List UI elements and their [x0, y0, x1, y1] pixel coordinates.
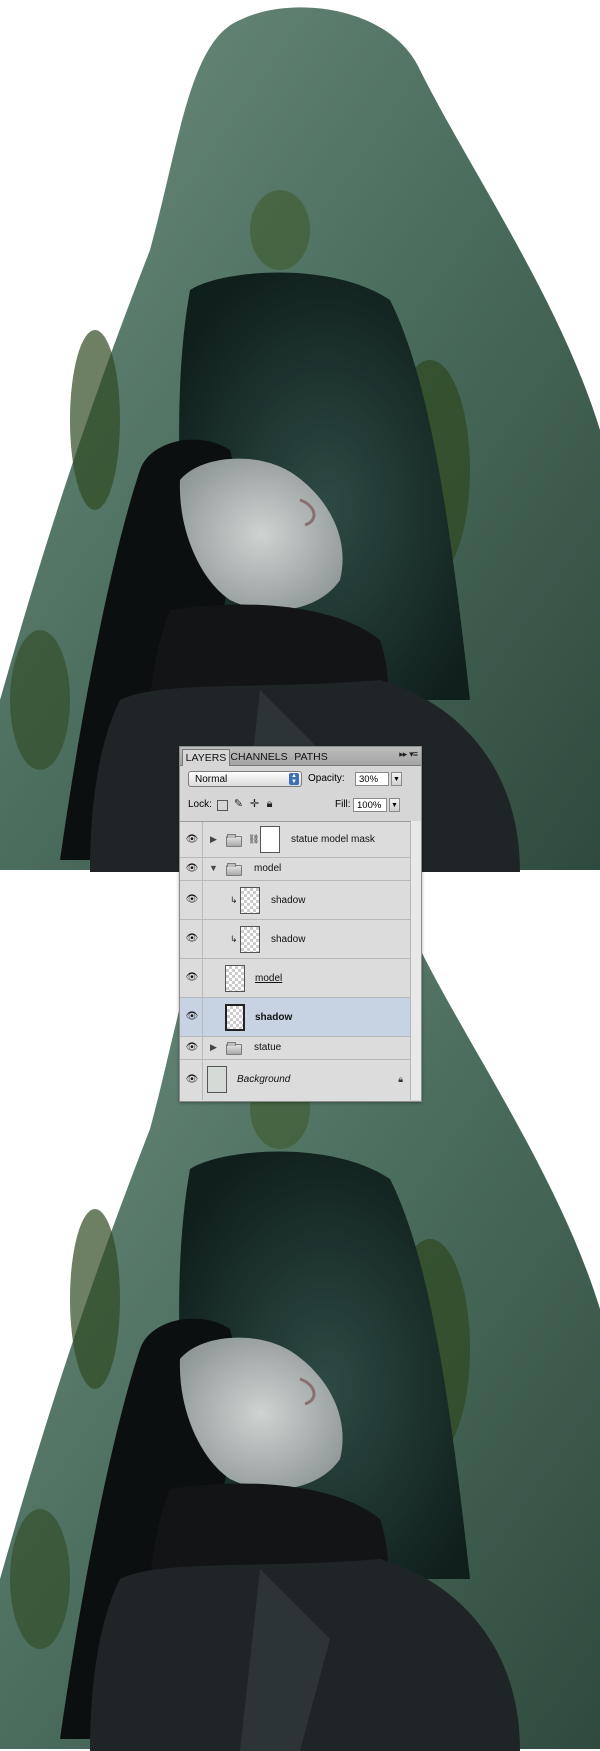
collapse-arrow-icon[interactable]: ▼ [209, 863, 218, 873]
layer-row[interactable]: 👁︎ Background 🔒︎ [180, 1060, 411, 1100]
tab-paths[interactable]: PATHS [290, 749, 332, 765]
eye-visibility-icon[interactable]: 👁︎ [184, 833, 200, 847]
layer-list: 👁︎ ▶ ⛓︎ statue model mask 👁︎ ▼ model 👁︎ … [180, 821, 411, 1101]
layer-name: model [255, 973, 283, 984]
eye-visibility-icon[interactable]: 👁︎ [184, 1041, 200, 1055]
lock-row: Lock: ✎ ✛ 🔒︎ Fill: 100% ▼ [188, 797, 415, 815]
eye-visibility-icon[interactable]: 👁︎ [184, 932, 200, 946]
layer-row[interactable]: 👁︎ ↳ shadow [180, 881, 411, 920]
layer-name: shadow [255, 1012, 293, 1023]
layer-thumbnail[interactable] [225, 1004, 245, 1031]
lock-pixels-icon[interactable]: ✎ [232, 798, 245, 811]
layer-row[interactable]: 👁︎ model [180, 959, 411, 998]
layer-list-scrollbar[interactable] [410, 821, 421, 1100]
tab-layers[interactable]: LAYERS [182, 749, 230, 766]
panel-tab-bar: LAYERS CHANNELS PATHS ▸▸ ▾≡ [180, 747, 421, 766]
layer-row[interactable]: 👁︎ ↳ shadow [180, 920, 411, 959]
layer-name: statue model mask [291, 834, 375, 845]
layer-thumbnail[interactable] [240, 926, 260, 953]
statue-with-model-illustration [0, 7, 600, 872]
opacity-dropdown-icon[interactable]: ▼ [391, 772, 402, 786]
opacity-input[interactable]: 30% [355, 772, 389, 786]
lock-icon: 🔒︎ [398, 1074, 403, 1084]
folder-icon [226, 863, 242, 876]
expand-arrow-icon[interactable]: ▶ [210, 1042, 217, 1053]
blend-mode-select[interactable]: Normal ▲ ▼ [188, 771, 302, 787]
layer-name: shadow [271, 934, 306, 945]
eye-visibility-icon[interactable]: 👁︎ [184, 1073, 200, 1087]
layer-row[interactable]: 👁︎ ▼ model [180, 858, 411, 881]
lock-all-icon[interactable]: 🔒︎ [263, 798, 276, 811]
layer-name: Background [237, 1074, 291, 1085]
layers-panel: LAYERS CHANNELS PATHS ▸▸ ▾≡ Normal ▲ ▼ Op… [179, 746, 422, 1102]
lock-transparency-icon[interactable] [217, 800, 228, 811]
clipping-arrow-icon: ↳ [230, 895, 238, 905]
lock-position-icon[interactable]: ✛ [248, 798, 261, 811]
lock-label: Lock: [188, 799, 212, 810]
layer-thumbnail[interactable] [240, 887, 260, 914]
eye-visibility-icon[interactable]: 👁︎ [184, 971, 200, 985]
layer-name: statue [254, 1042, 282, 1053]
layer-row[interactable]: 👁︎ ▶ ⛓︎ statue model mask [180, 822, 411, 858]
eye-visibility-icon[interactable]: 👁︎ [184, 862, 200, 876]
mask-thumbnail[interactable] [260, 826, 280, 853]
eye-visibility-icon[interactable]: 👁︎ [184, 893, 200, 907]
layer-row-selected[interactable]: 👁︎ shadow [180, 998, 411, 1037]
fill-input[interactable]: 100% [353, 798, 387, 812]
chain-link-icon[interactable]: ⛓︎ [248, 834, 259, 845]
layer-row[interactable]: 👁︎ ▶ statue [180, 1037, 411, 1060]
blend-mode-value: Normal [195, 774, 228, 785]
tab-channels[interactable]: CHANNELS [230, 749, 288, 765]
opacity-label: Opacity: [308, 773, 345, 784]
layer-name: shadow [271, 895, 306, 906]
expand-arrow-icon[interactable]: ▶ [210, 834, 217, 845]
select-arrows-icon: ▲ ▼ [289, 773, 299, 785]
panel-menu-icon[interactable]: ▸▸ ▾≡ [399, 749, 418, 760]
fill-label: Fill: [335, 799, 351, 810]
fill-dropdown-icon[interactable]: ▼ [389, 798, 400, 812]
layer-thumbnail[interactable] [207, 1066, 227, 1093]
folder-icon [226, 834, 242, 847]
eye-visibility-icon[interactable]: 👁︎ [184, 1010, 200, 1024]
folder-icon [226, 1042, 242, 1055]
layer-name: model [254, 863, 282, 874]
layer-thumbnail[interactable] [225, 965, 245, 992]
clipping-arrow-icon: ↳ [230, 934, 238, 944]
artwork-canvas-top [0, 0, 600, 872]
blend-row: Normal ▲ ▼ Opacity: 30% ▼ [188, 771, 415, 789]
